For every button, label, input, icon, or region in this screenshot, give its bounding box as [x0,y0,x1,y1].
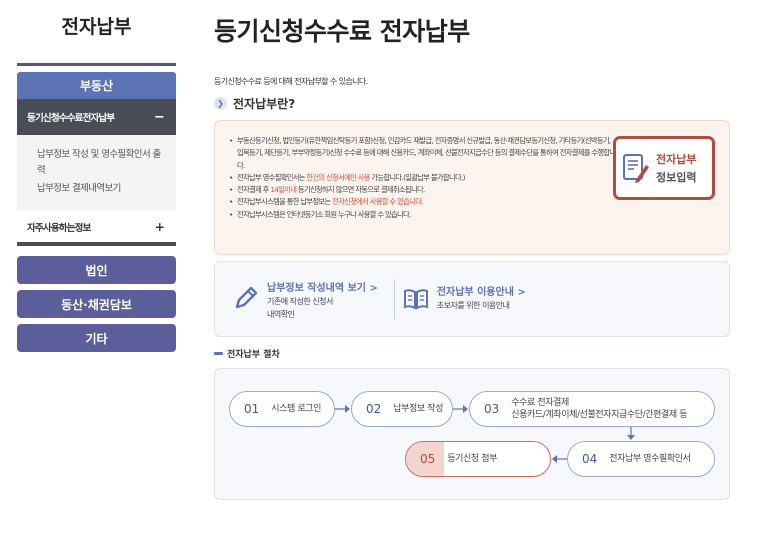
sidebar-category-corporation[interactable]: 법인 [17,256,176,284]
pencil-icon [233,285,259,315]
notice-box: 부동산등기신청, 법인등기(유한책임신탁등기 포함)신청, 인감카드 재발급, … [214,120,730,255]
step-payment: 03 수수료 전자결제 신용카드/계좌이체/선불전자지급수단/간편결제 등 [469,391,715,427]
notice-list: 부동산등기신청, 법인등기(유한책임신탁등기 포함)신청, 인감카드 재발급, … [229,135,617,221]
arrow-left-icon [552,455,567,463]
step-receipt: 04 전자납부 영수필확인서 [567,441,715,477]
link-usage-guide[interactable]: 전자납부 이용안내 > 초보자를 위한 이용안내 [403,283,526,315]
link-payment-history[interactable]: 납부정보 작성내역 보기 > 기존에 작성한 신청서 내역확인 [233,279,378,320]
list-item: 전자납부시스템은 인터넷등기소 회원 누구나 사용할 수 있습니다. [229,209,617,222]
expand-icon[interactable]: + [155,220,165,234]
sidebar-category-real-estate[interactable]: 부동산 [17,72,176,99]
intro-text: 등기신청수수료 등에 대해 전자납부할 수 있습니다. [214,77,368,86]
process-diagram: 01 시스템 로그인 02 납부정보 작성 03 수수료 전자결제 신용카드/계… [214,368,730,500]
sidebar-item-fee-payment[interactable]: 등기신청수수료전자납부 − [17,99,176,135]
link-desc: 기존에 작성한 신청서 [267,296,333,306]
collapse-icon[interactable]: − [154,110,165,125]
section-title: 전자납부란? [233,97,296,111]
sidebar-category-etc[interactable]: 기타 [17,324,176,352]
book-icon [403,287,429,315]
divider [393,279,395,319]
entry-button-label-2: 정보입력 [656,171,697,184]
process-header: 전자납부 절차 [214,347,730,360]
step-attach: 05 등기신청 첨부 [405,441,551,477]
link-title: 전자납부 이용안내 > [436,287,526,298]
process-title: 전자납부 절차 [227,350,280,360]
arrow-down-icon [627,427,635,440]
sidebar-item-label: 자주사용하는정보 [27,222,91,234]
chevron-right-icon: ❯ [214,97,227,110]
list-item: 전자결제 후 14일이내 등기신청하지 않으면 자동으로 결제취소됩니다. [229,184,617,197]
arrow-right-icon [335,405,350,413]
sidebar-divider [17,63,176,66]
sidebar-link-payment-history[interactable]: 납부정보 결제내역보기 [37,181,168,197]
quick-links: 납부정보 작성내역 보기 > 기존에 작성한 신청서 내역확인 전자납부 이용안… [214,261,730,337]
link-title: 납부정보 작성내역 보기 > [267,282,378,294]
sidebar-item-frequent-info[interactable]: 자주사용하는정보 + [17,211,176,246]
sidebar: 전자납부 부동산 등기신청수수료전자납부 − 납부정보 작성 및 영수필확인서 … [17,0,176,352]
sidebar-category-movable-collateral[interactable]: 동산·채권담보 [17,290,176,318]
list-item: 전자납부 영수필확인서는 한건의 신청서에만 사용 가능합니다.(일괄납부 불가… [229,172,617,185]
payment-entry-button[interactable]: 전자납부 정보입력 [613,136,715,200]
sidebar-title: 전자납부 [61,16,132,38]
link-desc: 초보자를 위한 이용안내 [436,301,510,310]
sidebar-sublinks: 납부정보 작성 및 영수필확인서 출력 납부정보 결제내역보기 [17,135,176,211]
document-pen-icon [622,152,650,184]
list-item: 전자납부시스템을 통한 납부정보는 전자신청에서 사용할 수 있습니다. [229,196,617,209]
sidebar-item-label: 등기신청수수료전자납부 [27,113,115,124]
section-header: ❯ 전자납부란? [214,95,730,112]
arrow-right-icon [453,405,468,413]
main-content: 등기신청수수료 전자납부 등기신청수수료 등에 대해 전자납부할 수 있습니다.… [214,0,730,500]
page-title: 등기신청수수료 전자납부 [214,17,470,46]
sidebar-link-write-payment[interactable]: 납부정보 작성 및 영수필확인서 출력 [37,147,168,179]
list-item: 부동산등기신청, 법인등기(유한책임신탁등기 포함)신청, 인감카드 재발급, … [229,135,617,172]
dash-icon [214,352,223,355]
step-login: 01 시스템 로그인 [229,391,335,427]
step-write-info: 02 납부정보 작성 [351,391,453,427]
link-desc: 내역확인 [267,309,295,319]
entry-button-label-1: 전자납부 [656,153,697,166]
